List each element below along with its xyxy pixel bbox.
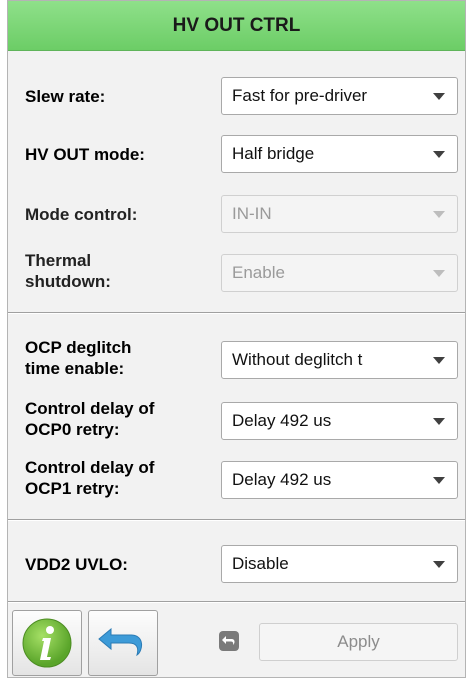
thermal-shutdown-label-line1: Thermal [25,251,92,270]
slew-rate-value: Fast for pre-driver [232,86,368,105]
mode-control-value: IN-IN [232,204,272,223]
ocp0-retry-label-line1: Control delay of [25,399,155,418]
section-divider [8,312,465,314]
info-button[interactable] [12,610,82,676]
chevron-down-icon [433,357,445,364]
vdd2-uvlo-dropdown[interactable]: Disable [221,545,458,583]
slew-rate-label: Slew rate: [25,87,106,106]
mode-control-dropdown[interactable]: IN-IN [221,195,458,233]
hv-out-mode-value: Half bridge [232,144,315,163]
ocp0-retry-dropdown[interactable]: Delay 492 us [221,402,458,440]
back-arrow-icon [98,627,142,657]
chevron-down-icon [433,211,445,218]
thermal-shutdown-label: Thermal shutdown: [25,250,111,292]
chevron-down-icon [433,93,445,100]
ocp1-retry-value: Delay 492 us [232,470,332,489]
back-button[interactable] [88,610,158,676]
ocp-deglitch-dropdown[interactable]: Without deglitch t [221,341,458,379]
slew-rate-dropdown[interactable]: Fast for pre-driver [221,77,458,115]
info-icon [22,618,72,668]
ocp-deglitch-label: OCP deglitch time enable: [25,337,131,379]
ocp0-retry-label-line2: OCP0 retry: [25,420,120,439]
ocp1-retry-dropdown[interactable]: Delay 492 us [221,461,458,499]
apply-button[interactable]: Apply [259,623,458,661]
hv-out-mode-dropdown[interactable]: Half bridge [221,135,458,173]
mode-control-label: Mode control: [25,205,138,224]
panel-title: HV OUT CTRL [8,1,465,51]
ocp0-retry-label: Control delay of OCP0 retry: [25,398,154,440]
ocp0-retry-value: Delay 492 us [232,411,332,430]
hv-out-ctrl-panel: HV OUT CTRL Slew rate: Fast for pre-driv… [7,0,466,678]
ocp1-retry-label: Control delay of OCP1 retry: [25,457,154,499]
ocp-deglitch-value: Without deglitch t [232,350,363,369]
ocp-deglitch-label-line1: OCP deglitch [25,338,132,357]
chevron-down-icon [433,418,445,425]
section-divider [8,519,465,521]
thermal-shutdown-label-line2: shutdown: [25,272,111,291]
thermal-shutdown-value: Enable [232,263,285,282]
chevron-down-icon [433,561,445,568]
ocp-deglitch-label-line2: time enable: [25,359,125,378]
vdd2-uvlo-label: VDD2 UVLO: [25,555,128,574]
vdd2-uvlo-value: Disable [232,554,289,573]
undo-icon[interactable] [218,630,240,652]
ocp1-retry-label-line2: OCP1 retry: [25,479,120,498]
thermal-shutdown-dropdown[interactable]: Enable [221,254,458,292]
chevron-down-icon [433,151,445,158]
chevron-down-icon [433,270,445,277]
ocp1-retry-label-line1: Control delay of [25,458,155,477]
chevron-down-icon [433,477,445,484]
footer-divider [8,601,465,603]
hv-out-mode-label: HV OUT mode: [25,145,145,164]
